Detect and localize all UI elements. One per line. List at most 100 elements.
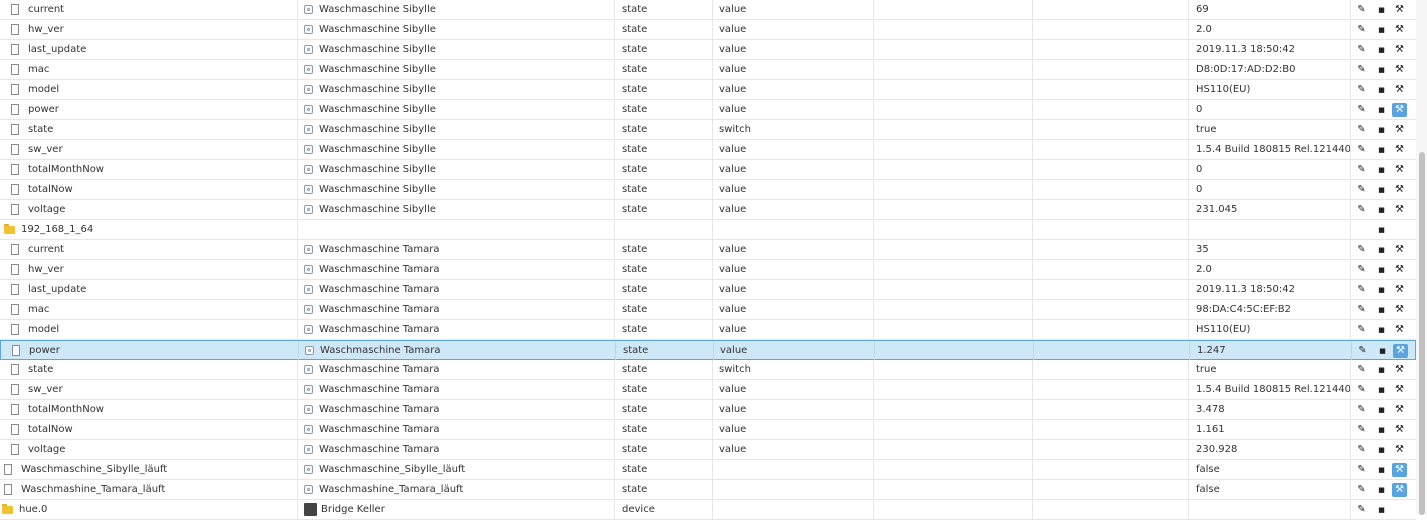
wrench-icon[interactable]: ⚒	[1392, 203, 1407, 217]
table-row[interactable]: power Waschmaschine Tamara state value 1.247…	[0, 340, 1416, 360]
wrench-icon[interactable]: ⚒	[1392, 183, 1407, 197]
pencil-icon[interactable]: ✎	[1354, 283, 1369, 297]
object-value[interactable]: 2.0	[1189, 260, 1351, 279]
trash-icon[interactable]: ■	[1374, 203, 1389, 217]
table-row[interactable]: voltage Waschmaschine Tamara state value 230…	[0, 440, 1416, 460]
trash-icon[interactable]: ■	[1374, 283, 1389, 297]
pencil-icon[interactable]: ✎	[1354, 43, 1369, 57]
trash-icon[interactable]: ■	[1374, 303, 1389, 317]
trash-icon[interactable]: ■	[1374, 3, 1389, 17]
wrench-icon[interactable]: ⚒	[1392, 143, 1407, 157]
trash-icon[interactable]: ■	[1374, 323, 1389, 337]
table-row[interactable]: totalMonthNow Waschmaschine Tamara state va…	[0, 400, 1416, 420]
wrench-icon[interactable]: ⚒	[1392, 303, 1407, 317]
trash-icon[interactable]: ■	[1374, 363, 1389, 377]
table-row[interactable]: totalNow Waschmaschine Sibylle state value 0…	[0, 180, 1416, 200]
wrench-icon[interactable]: ⚒	[1392, 43, 1407, 57]
object-value[interactable]: 98:DA:C4:5C:EF:B2	[1189, 300, 1351, 319]
wrench-icon[interactable]: ⚒	[1392, 483, 1407, 497]
wrench-icon[interactable]: ⚒	[1392, 163, 1407, 177]
object-value[interactable]: HS110(EU)	[1189, 80, 1351, 99]
pencil-icon[interactable]: ✎	[1354, 423, 1369, 437]
object-value[interactable]	[1189, 500, 1351, 519]
table-row[interactable]: current Waschmaschine Sibylle state value 69…	[0, 0, 1416, 20]
folder-icon[interactable]	[2, 503, 13, 514]
wrench-icon[interactable]: ⚒	[1392, 123, 1407, 137]
object-value[interactable]: 2019.11.3 18:50:42	[1189, 280, 1351, 299]
wrench-icon[interactable]: ⚒	[1392, 23, 1407, 37]
pencil-icon[interactable]: ✎	[1354, 203, 1369, 217]
table-row[interactable]: mac Waschmaschine Tamara state value 98:DA:C…	[0, 300, 1416, 320]
wrench-icon[interactable]: ⚒	[1392, 423, 1407, 437]
object-value[interactable]: HS110(EU)	[1189, 320, 1351, 339]
table-row[interactable]: last_update Waschmaschine Sibylle state val…	[0, 40, 1416, 60]
table-row[interactable]: totalMonthNow Waschmaschine Sibylle state v…	[0, 160, 1416, 180]
table-row[interactable]: state Waschmaschine Tamara state switch true…	[0, 360, 1416, 380]
pencil-icon[interactable]: ✎	[1354, 183, 1369, 197]
object-value[interactable]: D8:0D:17:AD:D2:B0	[1189, 60, 1351, 79]
object-value[interactable]: false	[1189, 480, 1351, 499]
trash-icon[interactable]: ■	[1374, 183, 1389, 197]
trash-icon[interactable]: ■	[1374, 123, 1389, 137]
trash-icon[interactable]: ■	[1374, 463, 1389, 477]
wrench-icon[interactable]: ⚒	[1392, 283, 1407, 297]
wrench-icon[interactable]: ⚒	[1392, 263, 1407, 277]
pencil-icon[interactable]: ✎	[1354, 103, 1369, 117]
pencil-icon[interactable]: ✎	[1354, 363, 1369, 377]
object-value[interactable]: 1.161	[1189, 420, 1351, 439]
pencil-icon[interactable]: ✎	[1354, 3, 1369, 17]
wrench-icon[interactable]: ⚒	[1392, 3, 1407, 17]
pencil-icon[interactable]: ✎	[1354, 303, 1369, 317]
pencil-icon[interactable]: ✎	[1354, 163, 1369, 177]
trash-icon[interactable]: ■	[1374, 23, 1389, 37]
trash-icon[interactable]: ■	[1374, 83, 1389, 97]
trash-icon[interactable]: ■	[1374, 263, 1389, 277]
object-value[interactable]: 35	[1189, 240, 1351, 259]
trash-icon[interactable]: ■	[1375, 344, 1390, 358]
table-row[interactable]: hue.0 Bridge Keller device ✎ ■	[0, 500, 1416, 520]
table-row[interactable]: state Waschmaschine Sibylle state switch tru…	[0, 120, 1416, 140]
folder-icon[interactable]	[4, 223, 15, 234]
table-row[interactable]: Waschmashine_Tamara_läuft Waschmashine_Ta…	[0, 480, 1416, 500]
trash-icon[interactable]: ■	[1374, 423, 1389, 437]
wrench-icon[interactable]: ⚒	[1392, 463, 1407, 477]
object-value[interactable]: 1.5.4 Build 180815 Rel.121440	[1189, 140, 1351, 159]
table-row[interactable]: sw_ver Waschmaschine Tamara state value 1.5.…	[0, 380, 1416, 400]
scrollbar-thumb[interactable]	[1419, 152, 1425, 515]
table-row[interactable]: voltage Waschmaschine Sibylle state value 23…	[0, 200, 1416, 220]
table-row[interactable]: sw_ver Waschmaschine Sibylle state value 1.5…	[0, 140, 1416, 160]
pencil-icon[interactable]: ✎	[1354, 403, 1369, 417]
wrench-icon[interactable]: ⚒	[1392, 403, 1407, 417]
wrench-icon[interactable]: ⚒	[1392, 383, 1407, 397]
pencil-icon[interactable]: ✎	[1354, 243, 1369, 257]
object-value[interactable]: 69	[1189, 0, 1351, 19]
object-value[interactable]: false	[1189, 460, 1351, 479]
trash-icon[interactable]: ■	[1374, 43, 1389, 57]
pencil-icon[interactable]: ✎	[1355, 344, 1370, 358]
table-row[interactable]: hw_ver Waschmaschine Sibylle state value 2.0…	[0, 20, 1416, 40]
pencil-icon[interactable]: ✎	[1354, 323, 1369, 337]
trash-icon[interactable]: ■	[1374, 63, 1389, 77]
pencil-icon[interactable]: ✎	[1354, 143, 1369, 157]
table-row[interactable]: totalNow Waschmaschine Tamara state value 1.…	[0, 420, 1416, 440]
trash-icon[interactable]: ■	[1374, 443, 1389, 457]
pencil-icon[interactable]: ✎	[1354, 23, 1369, 37]
object-value[interactable]: 1.5.4 Build 180815 Rel.121440	[1189, 380, 1351, 399]
pencil-icon[interactable]: ✎	[1354, 443, 1369, 457]
wrench-icon[interactable]: ⚒	[1392, 243, 1407, 257]
object-value[interactable]: 1.247	[1190, 341, 1352, 360]
pencil-icon[interactable]: ✎	[1354, 83, 1369, 97]
wrench-icon[interactable]: ⚒	[1392, 363, 1407, 377]
object-value[interactable]: 230.928	[1189, 440, 1351, 459]
trash-icon[interactable]: ■	[1374, 103, 1389, 117]
wrench-icon[interactable]: ⚒	[1392, 83, 1407, 97]
table-row[interactable]: power Waschmaschine Sibylle state value 0 ✎ ■ ⚒	[0, 100, 1416, 120]
pencil-icon[interactable]: ✎	[1354, 383, 1369, 397]
object-value[interactable]: 0	[1189, 160, 1351, 179]
table-row[interactable]: mac Waschmaschine Sibylle state value D8:0D:…	[0, 60, 1416, 80]
table-row[interactable]: model Waschmaschine Sibylle state value HS11…	[0, 80, 1416, 100]
table-row[interactable]: 192_168_1_64 ■	[0, 220, 1416, 240]
trash-icon[interactable]: ■	[1374, 143, 1389, 157]
wrench-icon[interactable]: ⚒	[1392, 323, 1407, 337]
vertical-scrollbar[interactable]	[1416, 0, 1427, 515]
